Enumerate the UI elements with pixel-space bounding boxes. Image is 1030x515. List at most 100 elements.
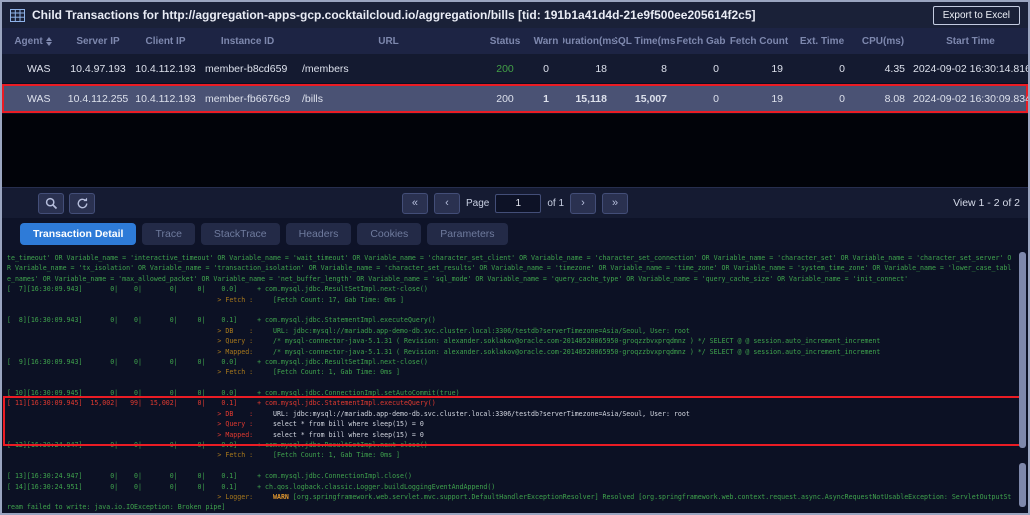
column-header-label: Duration(ms) [563, 35, 615, 47]
console-line: > DB : URL: jdbc:mysql://mariadb.app-dem… [217, 326, 690, 335]
column-header-fetch-gab: Fetch Gab [675, 36, 727, 47]
cell-status: 200 [496, 92, 514, 105]
first-page-button[interactable]: « [401, 192, 428, 214]
cell-status: 200 [496, 62, 514, 75]
tab-trace[interactable]: Trace [142, 223, 195, 245]
child-transactions-window: Child Transactions for http://aggregatio… [0, 0, 1030, 515]
cell-fetch-gab: 0 [713, 62, 719, 75]
prev-page-button[interactable]: ‹ [433, 192, 460, 214]
refresh-icon [76, 197, 89, 210]
console-line: [ 9][16:30:09.943] 0| 0| 0| 0| 0.0] + co… [7, 357, 428, 366]
column-header-label: Agent [14, 35, 43, 47]
console-line: [ 13][16:30:24.947] 0| 0| 0| 0| 0.1] + c… [7, 472, 412, 481]
table-toolbar [38, 192, 95, 214]
column-header-instance-id: Instance ID [199, 36, 296, 47]
cell-url: /bills [302, 92, 324, 105]
column-header-label: Ext. Time [799, 35, 845, 47]
tab-headers[interactable]: Headers [285, 223, 352, 245]
tab-transaction-detail[interactable]: Transaction Detail [20, 223, 137, 245]
column-header-duration-ms-: Duration(ms) [563, 36, 615, 47]
cell-agent: WAS [27, 62, 51, 75]
column-header-label: URL [378, 35, 399, 47]
tab-cookies[interactable]: Cookies [357, 223, 422, 245]
cell-duration: 15,118 [575, 92, 607, 105]
console-line: [ 7][16:30:09.943] 0| 0| 0| 0| 0.0] + co… [7, 285, 428, 294]
cell-server-ip: 10.4.112.255 [67, 92, 129, 105]
refresh-button[interactable] [69, 192, 95, 214]
console-line: > Query : select * from bill where sleep… [217, 420, 424, 429]
cell-client-ip: 10.4.112.193 [135, 92, 196, 105]
table-row[interactable]: WAS 10.4.97.193 10.4.112.193 member-b8cd659… [2, 54, 1028, 84]
cell-start-time: 2024-09-02 16:30:14.816 [913, 62, 1028, 75]
export-to-excel-button[interactable]: Export to Excel [932, 5, 1020, 25]
column-header-agent[interactable]: Agent [2, 36, 64, 47]
table-header-row: Agent Server IP Client IP Instance ID URL Sta… [2, 28, 1028, 54]
search-button[interactable] [38, 192, 64, 214]
tab-stacktrace[interactable]: StackTrace [200, 223, 280, 245]
cell-fetch-count: 19 [771, 92, 783, 105]
cell-sql-time: 8 [661, 62, 667, 75]
detail-tabs: Transaction Detail Trace StackTrace Headers… [2, 218, 1028, 250]
console-line: e_names' OR Variable_name = 'max_allowed… [7, 274, 909, 283]
column-header-client-ip: Client IP [132, 36, 199, 47]
tab-parameters[interactable]: Parameters [427, 223, 508, 245]
console-line: [ 12][16:30:24.947] 0| 0| 0| 0| 0.0] + c… [7, 441, 428, 450]
cell-warn: 0 [543, 62, 549, 75]
console-line: > Logger: WARN [org.springframework.web.… [217, 492, 1012, 501]
column-header-label: Warn [533, 35, 559, 47]
console-line: [ 10][16:30:09.945] 0| 0| 0| 0| 0.0] + c… [7, 389, 460, 398]
console-line: [ 8][16:30:09.943] 0| 0| 0| 0| 0.1] + co… [7, 316, 436, 325]
console-line: [ 11][16:30:09.945] 15,002| 99| 15,002| … [7, 399, 436, 408]
view-range-text: View 1 - 2 of 2 [953, 197, 1020, 209]
cell-sql-time: 15,007 [634, 92, 667, 105]
console-line: te_timeout' OR Variable_name = 'interact… [7, 254, 1012, 262]
page-title: Child Transactions for http://aggregatio… [32, 8, 756, 22]
cell-start-time: 2024-09-02 16:30:09.834 [913, 92, 1028, 105]
console-line: > Fetch : [Fetch Count: 1, Gab Time: 0ms… [217, 451, 401, 460]
column-header-server-ip: Server IP [64, 36, 132, 47]
console-scrollbar-thumb[interactable] [1019, 252, 1026, 448]
column-header-label: Fetch Gab [676, 35, 726, 47]
console-line: ream failed to write: java.io.IOExceptio… [7, 503, 226, 512]
cell-warn: 1 [543, 92, 549, 105]
column-header-label: Start Time [946, 35, 995, 47]
page-of-label: of 1 [547, 197, 565, 209]
console-line: [ 14][16:30:24.951] 0| 0| 0| 0| 0.1] + c… [7, 482, 496, 491]
sort-icon [45, 36, 52, 46]
page-number-input[interactable] [495, 193, 542, 213]
column-header-label: Client IP [145, 35, 186, 47]
table-grid-icon [10, 8, 25, 22]
cell-duration: 18 [595, 62, 607, 75]
cell-server-ip: 10.4.97.193 [70, 62, 126, 75]
column-header-warn: Warn [529, 36, 563, 47]
column-header-ext-time: Ext. Time [791, 36, 853, 47]
console-scrollbar-thumb[interactable] [1019, 463, 1026, 507]
column-header-label: CPU(ms) [861, 35, 905, 47]
search-icon [45, 197, 58, 210]
next-page-button[interactable]: › [570, 192, 597, 214]
cell-cpu: 8.08 [884, 92, 905, 105]
column-header-label: Fetch Count [729, 35, 789, 47]
column-header-cpu-ms-: CPU(ms) [853, 36, 913, 47]
cell-fetch-gab: 0 [713, 92, 719, 105]
title-bar: Child Transactions for http://aggregatio… [2, 2, 1028, 28]
transaction-detail-console[interactable]: te_timeout' OR Variable_name = 'interact… [2, 250, 1028, 513]
cell-instance-id: member-fb6676c9 [205, 92, 291, 105]
page-label: Page [465, 197, 490, 209]
console-line: > DB : URL: jdbc:mysql://mariadb.app-dem… [217, 409, 690, 418]
table-body: WAS 10.4.97.193 10.4.112.193 member-b8cd659… [2, 54, 1028, 114]
column-header-url: URL [296, 36, 481, 47]
column-header-label: SQL Time(ms) [615, 35, 675, 47]
cell-agent: WAS [27, 92, 51, 105]
cell-ext-time: 0 [839, 92, 845, 105]
column-header-start-time: Start Time [913, 36, 1028, 47]
console-line: > Fetch : [Fetch Count: 1, Gab Time: 0ms… [217, 368, 401, 377]
pager: « ‹ Page of 1 › » [401, 192, 629, 214]
column-header-status: Status [481, 36, 529, 47]
last-page-button[interactable]: » [602, 192, 629, 214]
cell-client-ip: 10.4.112.193 [135, 62, 196, 75]
column-header-label: Instance ID [220, 35, 275, 47]
table-row[interactable]: WAS 10.4.112.255 10.4.112.193 member-fb6676… [2, 84, 1028, 114]
